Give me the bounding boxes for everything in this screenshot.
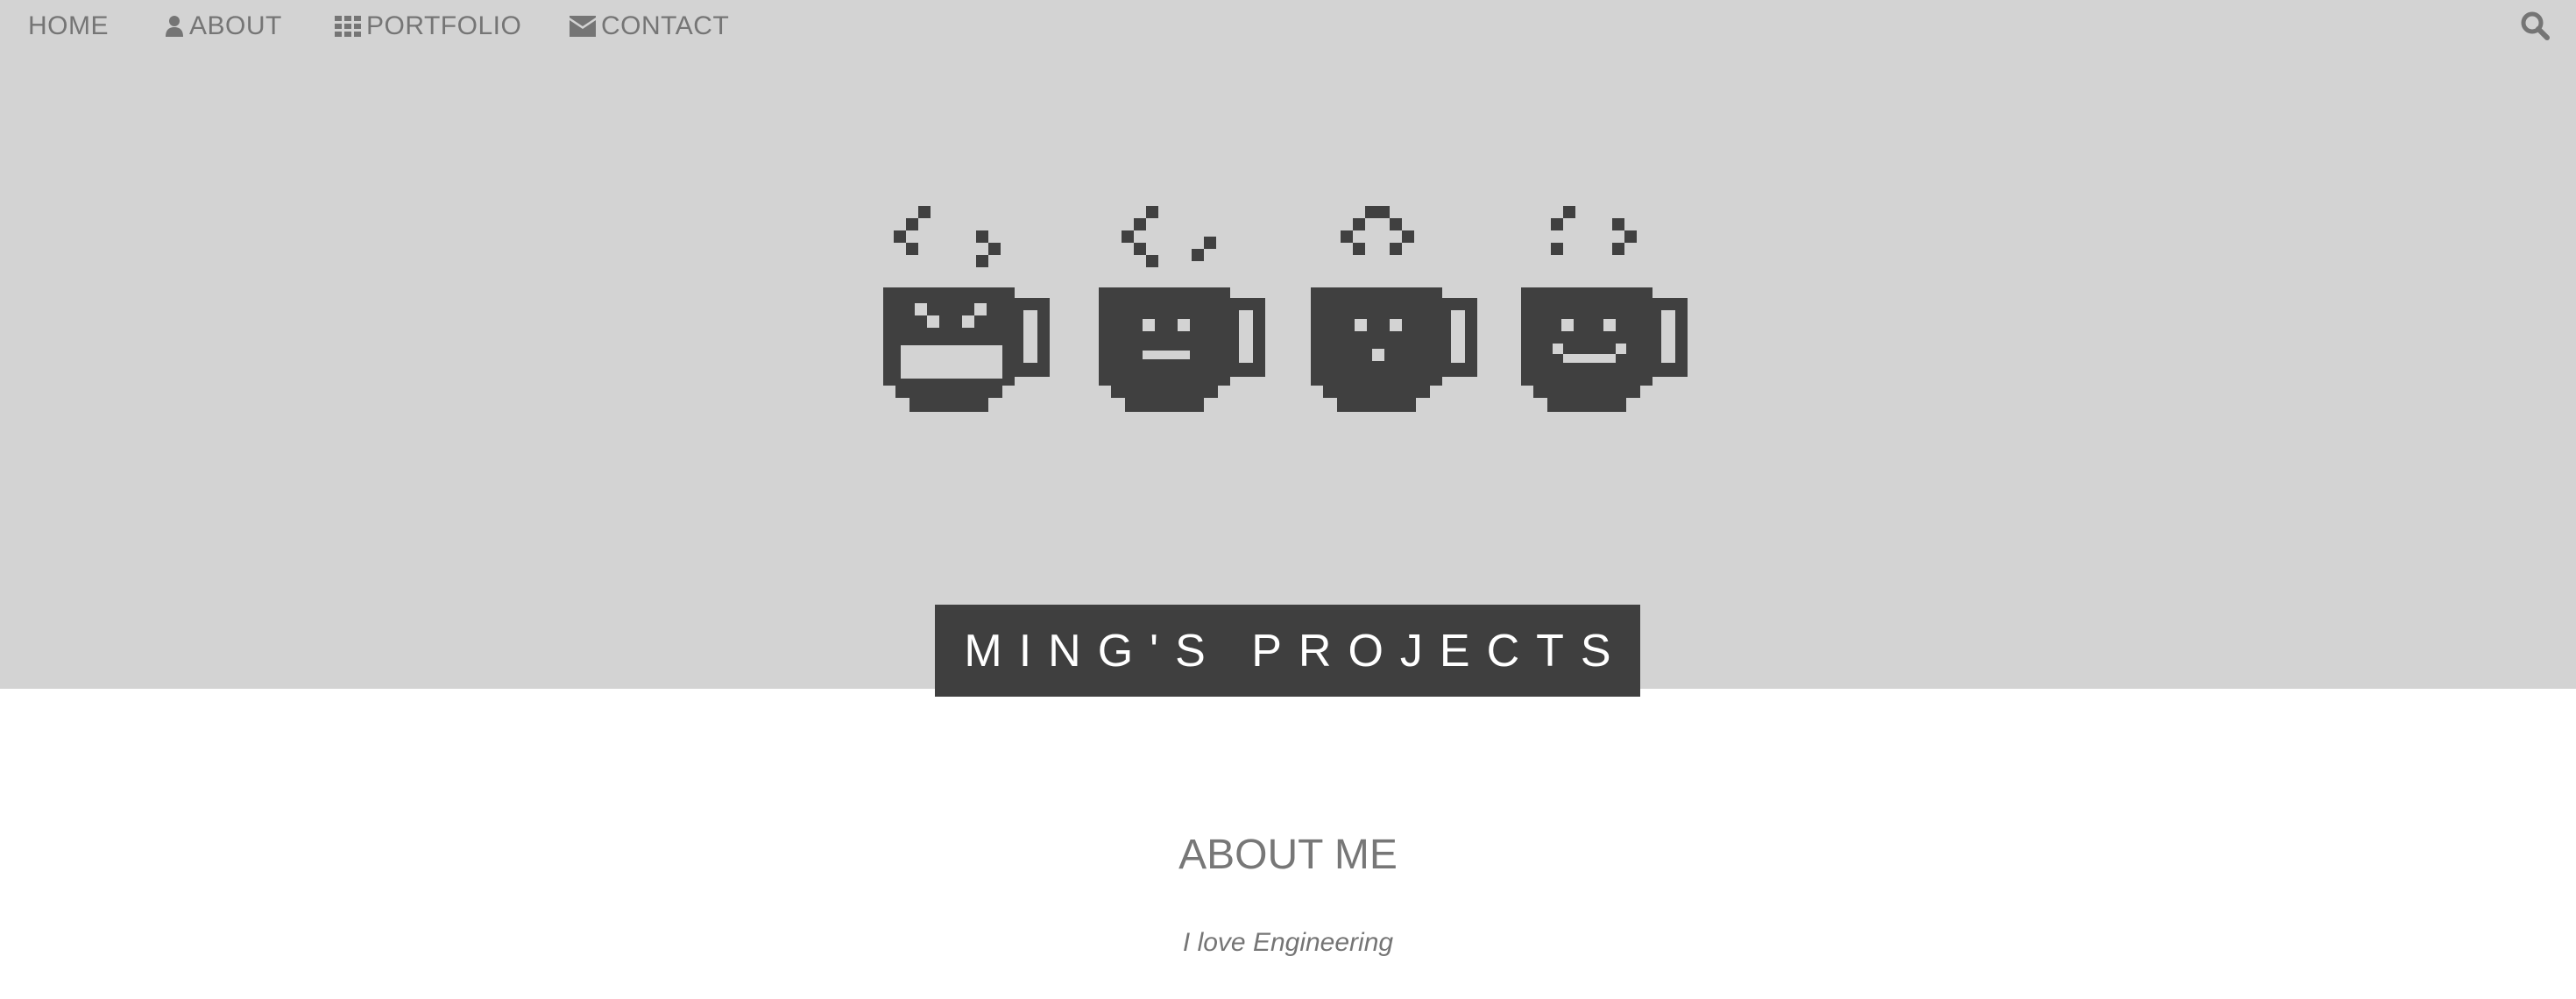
mug-icon	[1311, 206, 1477, 412]
hero-banner: HOME ABOUT PORTFOLIO CONTACT MING'S PROJ…	[0, 0, 2576, 697]
top-navigation: HOME ABOUT PORTFOLIO CONTACT	[0, 0, 2576, 53]
user-icon	[165, 15, 184, 38]
nav-about-label: ABOUT	[189, 11, 282, 40]
coffee-mugs-illustration	[883, 202, 1693, 438]
mug-icon	[1521, 206, 1688, 412]
site-title: MING'S PROJECTS	[964, 625, 1628, 677]
nav-contact-link[interactable]: CONTACT	[570, 7, 729, 46]
nav-home-label: HOME	[28, 11, 109, 40]
mug-icon	[883, 206, 1050, 412]
grid-icon	[335, 16, 361, 37]
search-button[interactable]	[2520, 11, 2551, 42]
site-title-box: MING'S PROJECTS	[935, 605, 1640, 697]
about-heading: ABOUT ME	[1178, 832, 1398, 878]
nav-portfolio-link[interactable]: PORTFOLIO	[335, 7, 521, 46]
mug-icon	[1099, 206, 1265, 412]
search-icon	[2520, 11, 2551, 46]
nav-portfolio-label: PORTFOLIO	[366, 11, 522, 40]
nav-home-link[interactable]: HOME	[28, 7, 109, 46]
envelope-icon	[570, 16, 596, 37]
nav-about-link[interactable]: ABOUT	[165, 7, 282, 46]
about-tagline: I love Engineering	[1182, 928, 1394, 957]
nav-contact-label: CONTACT	[601, 11, 730, 40]
